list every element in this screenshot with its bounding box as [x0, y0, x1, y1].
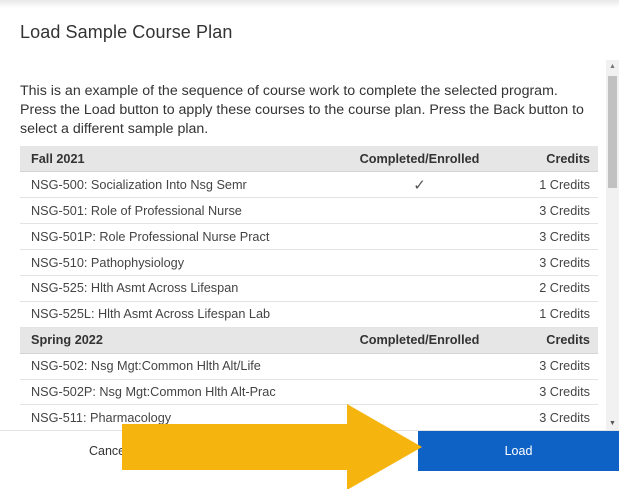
course-credits: 3 Credits	[502, 353, 598, 380]
course-name: NSG-501P: Role Professional Nurse Pract	[20, 223, 332, 251]
completed-cell	[332, 379, 502, 406]
course-name: NSG-502: Nsg Mgt:Common Hlth Alt/Life	[20, 353, 332, 380]
course-credits: 3 Credits	[502, 404, 598, 430]
scrollbar-thumb[interactable]	[608, 76, 617, 188]
term-header-row: Spring 2022 Completed/Enrolled Credits	[20, 327, 598, 354]
course-row: NSG-502: Nsg Mgt:Common Hlth Alt/Life 3 C…	[20, 353, 598, 380]
completed-cell: ✓	[332, 171, 502, 199]
course-credits: 1 Credits	[502, 171, 598, 199]
course-name: NSG-501: Role of Professional Nurse	[20, 197, 332, 225]
checkmark-icon: ✓	[413, 176, 426, 194]
load-sample-course-plan-dialog: Load Sample Course Plan This is an examp…	[0, 0, 619, 489]
course-credits: 3 Credits	[502, 379, 598, 406]
course-row: NSG-510: Pathophysiology 3 Credits	[20, 249, 598, 276]
top-shadow	[0, 0, 619, 8]
course-credits: 1 Credits	[502, 301, 598, 328]
completed-cell	[332, 249, 502, 276]
course-row: NSG-502P: Nsg Mgt:Common Hlth Alt-Prac 3 …	[20, 379, 598, 406]
completed-cell	[332, 223, 502, 251]
dialog-body: This is an example of the sequence of co…	[20, 82, 598, 430]
term-name: Fall 2021	[20, 146, 332, 173]
course-credits: 3 Credits	[502, 223, 598, 251]
load-button[interactable]: Load	[418, 431, 619, 471]
vertical-scrollbar[interactable]: ▲ ▼	[606, 60, 619, 430]
completed-cell	[332, 353, 502, 380]
dialog-body-scroll-area[interactable]: This is an example of the sequence of co…	[0, 60, 606, 430]
course-row: NSG-525L: Hlth Asmt Across Lifespan Lab 1…	[20, 301, 598, 328]
scroll-down-arrow-icon[interactable]: ▼	[609, 420, 616, 427]
course-name: NSG-500: Socialization Into Nsg Semr	[20, 171, 332, 199]
course-credits: 3 Credits	[502, 249, 598, 276]
completed-enrolled-header: Completed/Enrolled	[332, 327, 502, 354]
course-plan-table: Fall 2021 Completed/Enrolled Credits NSG-50…	[20, 146, 598, 430]
course-name: NSG-525: Hlth Asmt Across Lifespan	[20, 275, 332, 302]
completed-cell	[332, 197, 502, 225]
completed-cell	[332, 275, 502, 302]
dialog-title: Load Sample Course Plan	[20, 22, 233, 42]
course-name: NSG-510: Pathophysiology	[20, 249, 332, 276]
right-arrow-annotation-icon	[122, 404, 422, 489]
dialog-description: This is an example of the sequence of co…	[20, 83, 584, 137]
credits-header: Credits	[502, 146, 598, 173]
course-name: NSG-502P: Nsg Mgt:Common Hlth Alt-Prac	[20, 379, 332, 406]
course-row: NSG-525: Hlth Asmt Across Lifespan 2 Cred…	[20, 275, 598, 302]
scroll-up-arrow-icon[interactable]: ▲	[609, 63, 616, 70]
course-row: NSG-501P: Role Professional Nurse Pract 3…	[20, 223, 598, 251]
completed-cell	[332, 301, 502, 328]
term-name: Spring 2022	[20, 327, 332, 354]
term-header-row: Fall 2021 Completed/Enrolled Credits	[20, 146, 598, 173]
course-row: NSG-500: Socialization Into Nsg Semr ✓ 1 C…	[20, 171, 598, 199]
course-name: NSG-525L: Hlth Asmt Across Lifespan Lab	[20, 301, 332, 328]
course-row: NSG-501: Role of Professional Nurse 3 Cre…	[20, 197, 598, 225]
completed-enrolled-header: Completed/Enrolled	[332, 146, 502, 173]
credits-header: Credits	[502, 327, 598, 354]
course-credits: 3 Credits	[502, 197, 598, 225]
course-credits: 2 Credits	[502, 275, 598, 302]
